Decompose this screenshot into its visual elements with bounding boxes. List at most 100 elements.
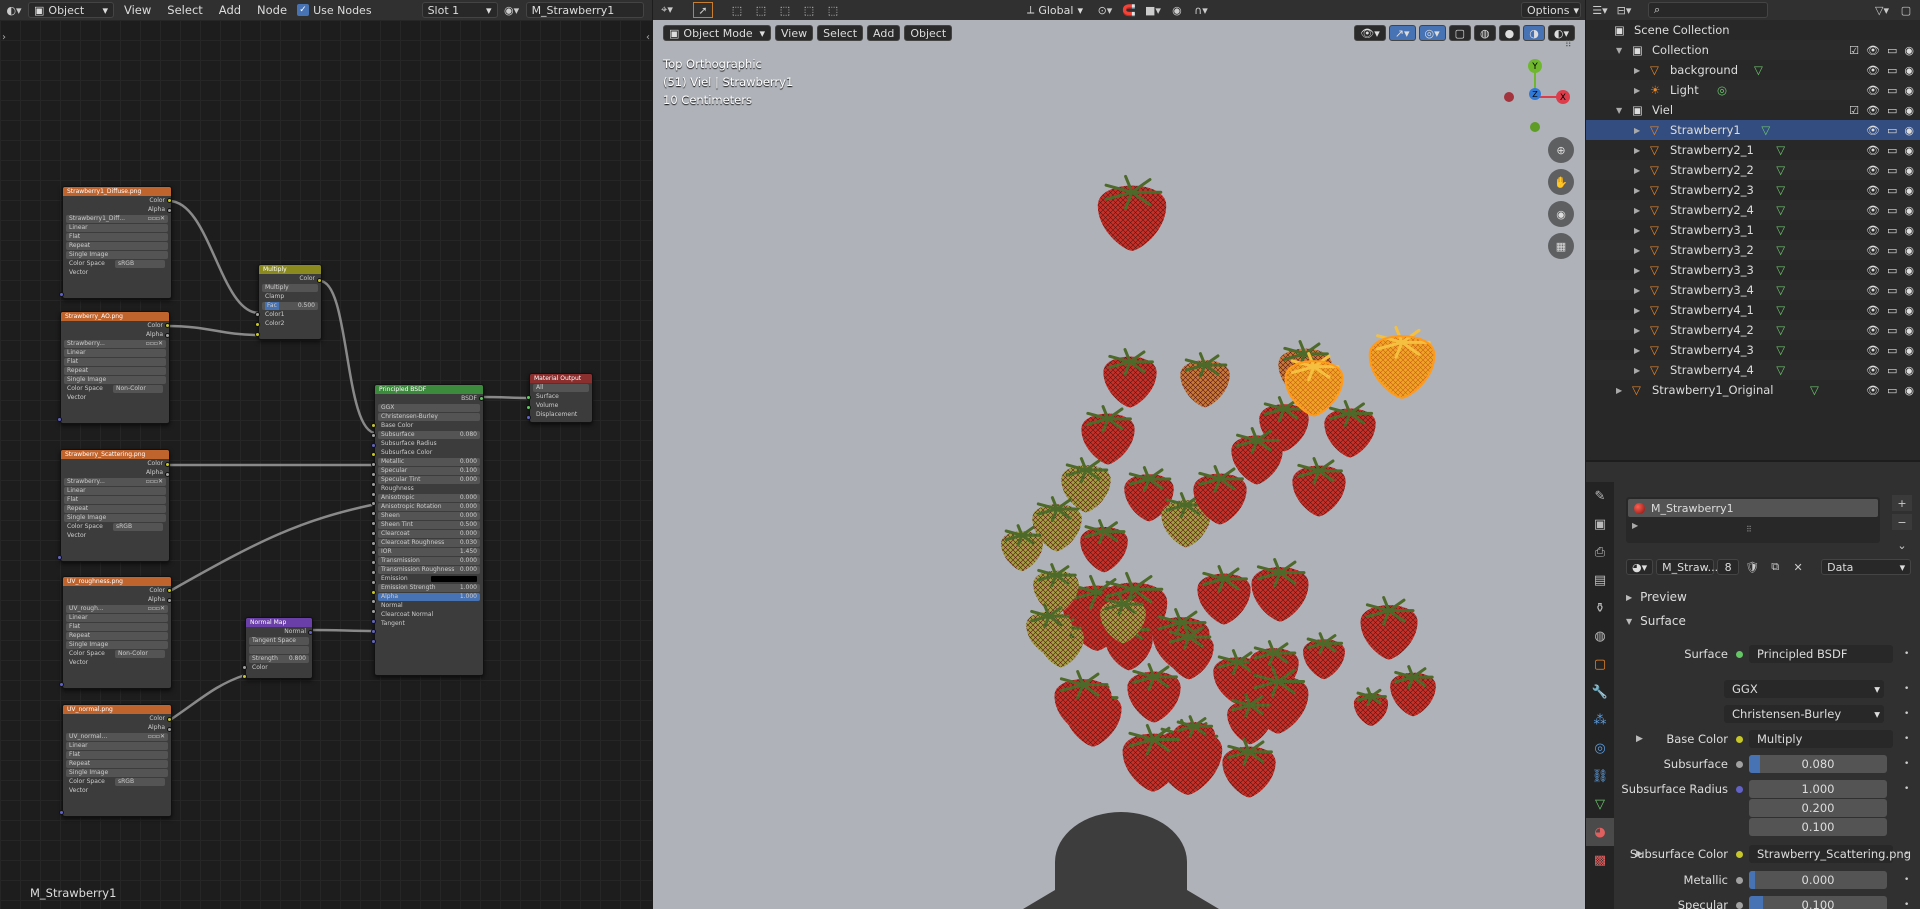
linked-node-field[interactable]: Multiply — [1749, 730, 1893, 748]
texture-tab-icon[interactable]: ▩ — [1586, 846, 1614, 874]
clamp-checkbox[interactable]: Clamp — [262, 293, 318, 301]
colorspace-value[interactable]: Non-Color — [115, 650, 165, 658]
monitor-icon[interactable]: ▭ — [1887, 144, 1897, 157]
world-tab-icon[interactable]: ◍ — [1586, 622, 1614, 650]
socket-link-icon[interactable] — [1736, 901, 1743, 909]
subsurface-method-dropdown[interactable]: Christensen-Burley — [378, 413, 480, 421]
monitor-icon[interactable]: ▭ — [1887, 224, 1897, 237]
socket-alpha-out[interactable] — [165, 333, 170, 338]
chevron-right-icon[interactable]: ▶ — [1634, 186, 1640, 195]
object-tab-icon[interactable]: ▢ — [1586, 650, 1614, 678]
strawberry[interactable] — [1127, 663, 1181, 723]
principled-bsdf-node[interactable]: Principled BSDF BSDF GGX Christensen-Bur… — [374, 384, 484, 676]
image-actions-icon[interactable]: ▫▫▫✕ — [146, 478, 163, 486]
property-dropdown[interactable]: Christensen-Burley ▾ — [1724, 705, 1884, 723]
socket-link-icon[interactable] — [1736, 876, 1743, 884]
linked-node-field[interactable]: Principled BSDF — [1749, 645, 1893, 663]
outliner-item[interactable]: ▶ ▽ Strawberry3_4 ▽ 👁 ▭ ◉ — [1586, 280, 1920, 300]
bsdf-input-socket[interactable] — [371, 628, 376, 634]
space-dropdown[interactable]: Tangent Space — [249, 637, 309, 645]
source-dropdown[interactable]: Single Image — [66, 769, 168, 777]
monitor-icon[interactable]: ▭ — [1887, 324, 1897, 337]
keyframe-dot-icon[interactable]: • — [1904, 784, 1909, 794]
bsdf-input-socket[interactable] — [371, 579, 376, 585]
expand-icon[interactable]: ▶ — [1632, 521, 1638, 530]
chevron-right-icon[interactable]: ▶ — [1634, 206, 1640, 215]
outliner-item[interactable]: ▶ ▽ Strawberry1_Original ▽ 👁 ▭ ◉ — [1586, 380, 1920, 400]
socket-vector-in[interactable] — [59, 682, 64, 687]
property-slider[interactable]: 0.080 — [1749, 755, 1887, 773]
material-name-field[interactable]: M_Straw... — [1656, 559, 1718, 575]
material-browse-icon[interactable]: ◉▾ — [502, 2, 522, 18]
outliner-item[interactable]: ▶ ▽ Strawberry3_2 ▽ 👁 ▭ ◉ — [1586, 240, 1920, 260]
bsdf-input-socket[interactable] — [371, 570, 376, 575]
eye-icon[interactable]: 👁 — [1866, 384, 1880, 397]
projection-dropdown[interactable]: Flat — [66, 623, 168, 631]
colorspace-value[interactable]: sRGB — [113, 523, 163, 531]
chevron-right-icon[interactable]: ▶ — [1634, 126, 1640, 135]
physics-tab-icon[interactable]: ◎ — [1586, 734, 1614, 762]
chevron-right-icon[interactable]: ▶ — [1634, 306, 1640, 315]
strawberry[interactable] — [1061, 457, 1111, 513]
socket-color-out[interactable] — [165, 462, 170, 467]
outliner-item[interactable]: ▼ ▣ Collection ☑ 👁 ▭ ◉ — [1586, 40, 1920, 60]
select-extend-icon[interactable]: ⬚ — [751, 2, 771, 18]
projection-dropdown[interactable]: Flat — [66, 751, 168, 759]
socket-alpha-out[interactable] — [167, 727, 172, 732]
strawberry[interactable] — [1180, 352, 1230, 408]
resize-grip-icon[interactable]: ⠿ — [1746, 525, 1752, 534]
particles-tab-icon[interactable]: ⁂ — [1586, 706, 1614, 734]
eye-icon[interactable]: 👁 — [1866, 124, 1880, 137]
strawberry[interactable] — [1360, 596, 1418, 660]
add-slot-icon[interactable]: + — [1892, 495, 1912, 511]
scene-tab-icon[interactable]: ⚱ — [1586, 594, 1614, 622]
render-camera-icon[interactable]: ◉ — [1904, 304, 1914, 317]
strawberry[interactable] — [1390, 665, 1436, 717]
eye-icon[interactable]: 👁 — [1866, 84, 1880, 97]
strawberry[interactable] — [1353, 687, 1389, 726]
extension-dropdown[interactable]: Repeat — [66, 760, 168, 768]
strawberry[interactable] — [1197, 565, 1251, 625]
interpolation-dropdown[interactable]: Linear — [66, 614, 168, 622]
fac-slider[interactable]: Fac 0.500 — [262, 302, 318, 310]
socket-fac-in[interactable] — [255, 312, 260, 317]
bsdf-input-socket[interactable] — [371, 423, 376, 428]
transform-orientation-dropdown[interactable]: ⟂ Global ▾ — [1027, 3, 1083, 17]
render-camera-icon[interactable]: ◉ — [1904, 264, 1914, 277]
bsdf-input-socket[interactable] — [371, 540, 376, 546]
chevron-right-icon[interactable]: ▶ — [1634, 266, 1640, 275]
keyframe-dot-icon[interactable]: • — [1904, 684, 1909, 694]
socket-normal-out[interactable] — [308, 630, 313, 635]
socket-link-icon[interactable] — [1736, 850, 1743, 858]
image-texture-node-scattering[interactable]: Strawberry_Scattering.png Color Alpha St… — [60, 449, 170, 562]
bsdf-input-row[interactable]: Metallic 0.000 — [378, 458, 480, 466]
eye-icon[interactable]: 👁 — [1866, 284, 1880, 297]
interpolation-dropdown[interactable]: Linear — [64, 487, 166, 495]
image-actions-icon[interactable]: ▫▫▫✕ — [148, 605, 165, 613]
socket-link-icon[interactable] — [1736, 735, 1743, 743]
colorspace-value[interactable]: sRGB — [115, 260, 165, 268]
chevron-right-icon[interactable]: ▶ — [1634, 146, 1640, 155]
object-type-dropdown[interactable]: ▣ Object ▾ — [28, 2, 114, 18]
render-camera-icon[interactable]: ◉ — [1904, 164, 1914, 177]
chevron-right-icon[interactable]: ▶ — [1634, 286, 1640, 295]
surface-panel-header[interactable]: ▼ Surface — [1626, 611, 1686, 631]
socket-color-out[interactable] — [165, 323, 170, 328]
render-camera-icon[interactable]: ◉ — [1904, 204, 1914, 217]
uv-map-field[interactable] — [249, 646, 309, 654]
chevron-right-icon[interactable]: ▶ — [1634, 246, 1640, 255]
socket-vector-in[interactable] — [57, 417, 62, 422]
strawberry[interactable] — [1324, 400, 1376, 458]
monitor-icon[interactable]: ▭ — [1887, 64, 1897, 77]
socket-displacement-in[interactable] — [526, 415, 531, 420]
colorspace-value[interactable]: Non-Color — [113, 385, 163, 393]
strawberry[interactable] — [1097, 174, 1167, 251]
extension-dropdown[interactable]: Repeat — [64, 367, 166, 375]
render-camera-icon[interactable]: ◉ — [1904, 284, 1914, 297]
strawberry[interactable] — [1080, 519, 1128, 573]
bsdf-input-socket[interactable] — [371, 619, 376, 624]
colorspace-row[interactable]: Color Space sRGB — [66, 260, 168, 268]
bsdf-input-socket[interactable] — [371, 521, 376, 526]
socket-alpha-out[interactable] — [167, 598, 172, 603]
bsdf-input-row[interactable]: Emission Strength 1.000 — [378, 584, 480, 592]
